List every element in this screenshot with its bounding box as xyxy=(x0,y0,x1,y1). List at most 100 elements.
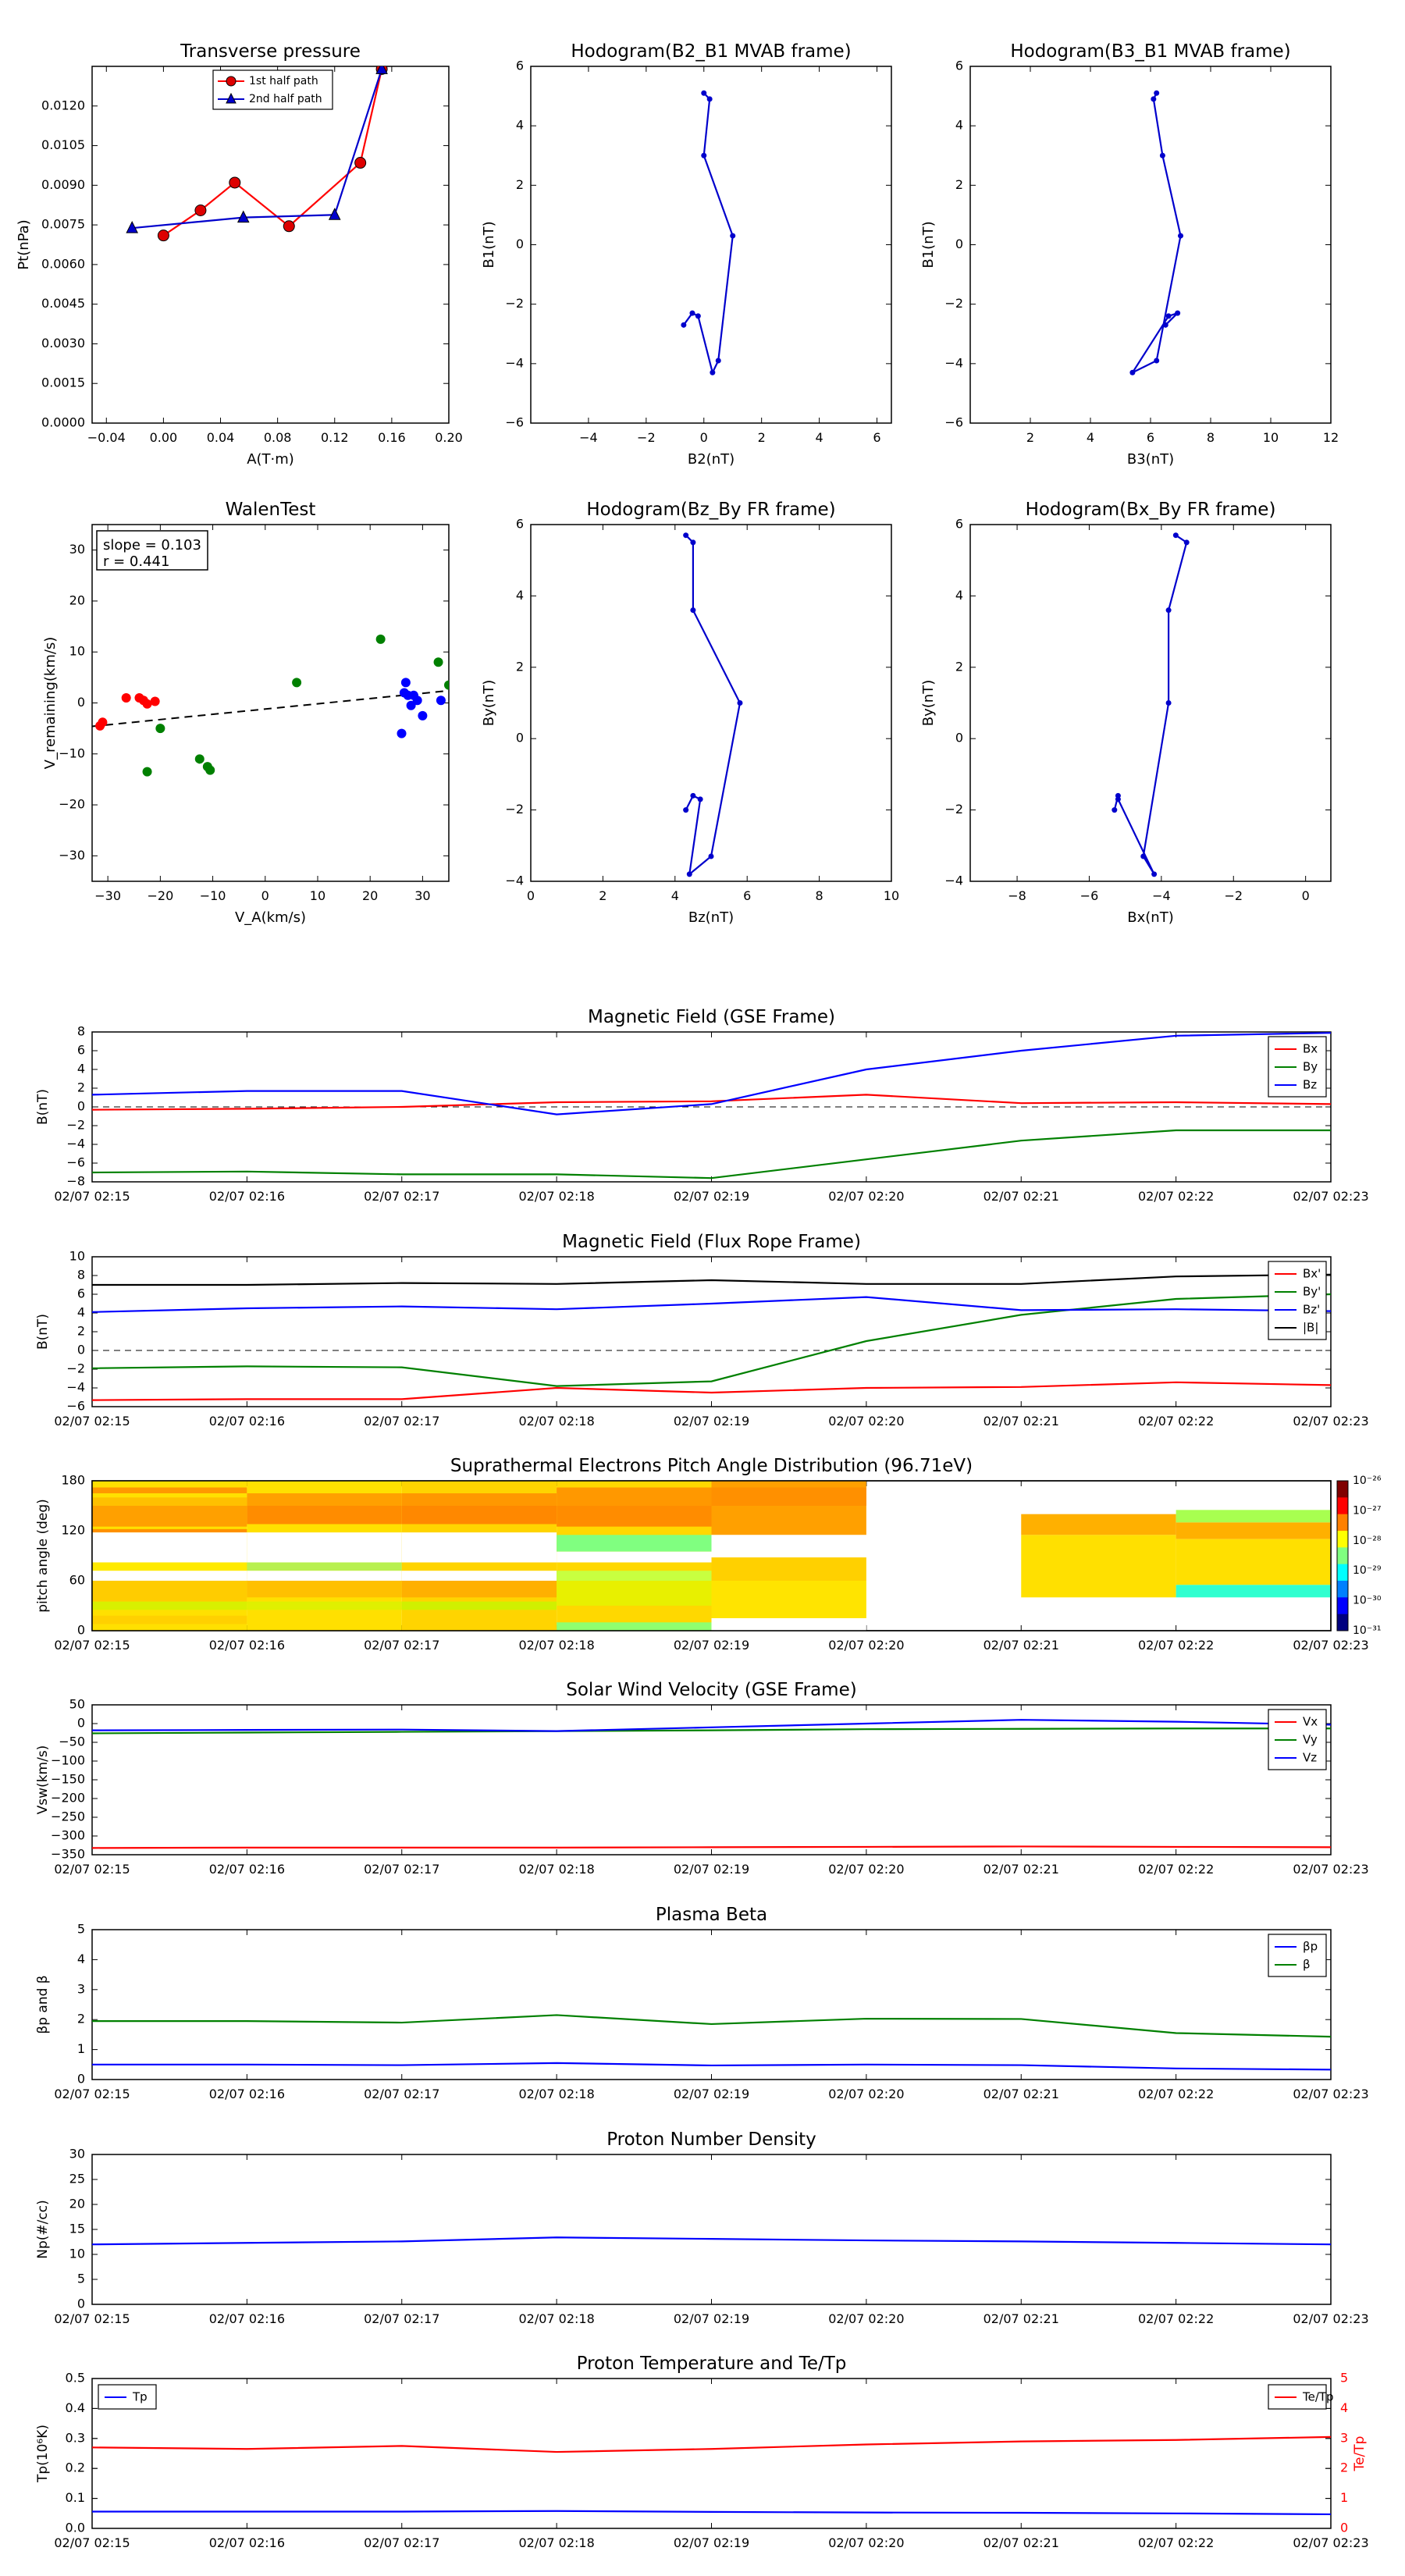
data-point xyxy=(1159,152,1165,158)
data-point xyxy=(157,229,169,242)
data-point xyxy=(690,607,696,614)
colorbar-label: 10⁻³¹ xyxy=(1353,1624,1381,1637)
y-tick-label: 4 xyxy=(1340,2400,1348,2415)
heatmap-cell xyxy=(92,1497,247,1506)
heatmap-cell xyxy=(557,1571,712,1581)
x-axis-label: B3(nT) xyxy=(1127,451,1174,468)
data-point xyxy=(683,807,689,813)
x-tick-label: −10 xyxy=(200,888,226,903)
x-tick-label: 02/07 02:16 xyxy=(209,1862,285,1877)
heatmap-cell xyxy=(92,1487,247,1493)
y-tick-label: 4 xyxy=(516,588,524,603)
chart-title: Magnetic Field (GSE Frame) xyxy=(588,1007,835,1027)
legend-label: Bx' xyxy=(1303,1267,1321,1281)
x-axis-label: V_A(km/s) xyxy=(235,909,306,926)
y-tick-label: −2 xyxy=(66,1118,85,1133)
plot-frame xyxy=(91,2378,1332,2529)
y-tick-label: 50 xyxy=(69,1697,85,1712)
legend-label: β xyxy=(1303,1958,1311,1972)
plot-frame xyxy=(969,66,1332,424)
heatmap-cell xyxy=(711,1581,866,1618)
x-tick-label: 02/07 02:19 xyxy=(674,1862,749,1877)
colorbar-label: 10⁻²⁷ xyxy=(1353,1504,1381,1517)
x-tick-label: 02/07 02:18 xyxy=(518,2535,594,2550)
x-tick-label: 4 xyxy=(671,888,679,903)
y-tick-label: 25 xyxy=(69,2172,85,2186)
x-tick-label: 02/07 02:23 xyxy=(1293,2087,1368,2101)
y-tick-label: 0.0030 xyxy=(41,336,85,350)
chart-hodogram_bz_by: Hodogram(Bz_By FR frame)0 2 4 6 8 10−4−20246B… xyxy=(481,500,899,926)
heatmap-cell xyxy=(401,1571,557,1581)
scatter-point xyxy=(436,696,446,706)
x-tick-label: 10 xyxy=(1263,430,1279,445)
x-axis-label: Bx(nT) xyxy=(1127,909,1173,926)
x-tick-label: 02/07 02:23 xyxy=(1293,1638,1368,1653)
x-tick-label: 02/07 02:22 xyxy=(1138,1638,1214,1653)
scatter-point xyxy=(150,696,160,706)
plot-frame xyxy=(969,524,1332,882)
legend-label: Tp xyxy=(132,2390,148,2404)
x-tick-label: 02/07 02:23 xyxy=(1293,2311,1368,2326)
heatmap-cell xyxy=(401,1601,557,1610)
y-tick-label: −6 xyxy=(66,1399,85,1414)
x-tick-label: 02/07 02:23 xyxy=(1293,2535,1368,2550)
y-tick-label: 6 xyxy=(516,59,524,73)
heatmap-cell xyxy=(401,1506,557,1525)
series-line xyxy=(91,1719,1332,1732)
data-point xyxy=(1165,313,1172,319)
y-tick-label: 2 xyxy=(955,177,963,192)
chart-title: Suprathermal Electrons Pitch Angle Distr… xyxy=(450,1456,973,1476)
x-tick-label: 02/07 02:18 xyxy=(518,2311,594,2326)
data-point xyxy=(715,358,721,364)
y-tick-label: 0.0045 xyxy=(41,296,85,311)
x-tick-label: 02/07 02:16 xyxy=(209,1638,285,1653)
x-tick-label: 02/07 02:22 xyxy=(1138,2087,1214,2101)
chart-hodogram_b2_b1: Hodogram(B2_B1 MVAB frame) −4 −2 0 2 4 6 −6 −4 −2… xyxy=(481,41,892,468)
x-tick-label: 2 xyxy=(758,430,766,445)
series-line xyxy=(91,1296,1332,1313)
y-axis-label: Vsw(km/s) xyxy=(35,1745,51,1815)
colorbar-segment xyxy=(1337,1531,1348,1548)
y-tick-label: 8 xyxy=(77,1024,85,1039)
y-axis-label: Tp(10⁶K) xyxy=(35,2425,51,2483)
heatmap-cell xyxy=(247,1506,402,1525)
y-tick-label: −4 xyxy=(505,355,524,370)
y-axis-label: pitch angle (deg) xyxy=(35,1499,51,1613)
plot-area xyxy=(683,532,743,877)
x-tick-label: 02/07 02:22 xyxy=(1138,1414,1214,1429)
y-tick-label: 1 xyxy=(77,2041,85,2056)
y-tick-label: 2 xyxy=(77,1324,85,1339)
heatmap-cell xyxy=(557,1487,712,1506)
chart-title: Plasma Beta xyxy=(656,1905,767,1925)
x-tick-label: 02/07 02:17 xyxy=(364,1414,439,1429)
scatter-point xyxy=(205,765,215,775)
series-line xyxy=(92,1273,1332,1286)
scatter-point xyxy=(375,634,386,644)
x-tick-label: 02/07 02:21 xyxy=(984,1189,1059,1204)
colorbar-label: 10⁻³⁰ xyxy=(1353,1595,1382,1607)
x-tick-label: 30 xyxy=(414,888,430,903)
x-tick-label: 02/07 02:20 xyxy=(828,2087,904,2101)
y-tick-label: 6 xyxy=(955,59,963,73)
y-axis-label: Pt(nPa) xyxy=(16,219,32,269)
x-tick-label: 02/07 02:20 xyxy=(828,2535,904,2550)
y-tick-label: −6 xyxy=(944,415,963,430)
scatter-point xyxy=(444,680,449,690)
x-axis-label: B2(nT) xyxy=(688,451,735,468)
x-tick-label: −4 xyxy=(1152,888,1171,903)
series-line xyxy=(682,92,734,375)
x-tick-label: 02/07 02:20 xyxy=(828,1862,904,1877)
x-tick-label: 02/07 02:22 xyxy=(1138,1189,1214,1204)
y-tick-label: 8 xyxy=(77,1268,85,1283)
heatmap-cell xyxy=(711,1618,866,1631)
scatter-point xyxy=(194,754,205,764)
x-tick-label: 02/07 02:16 xyxy=(209,2087,285,2101)
data-point xyxy=(737,700,743,706)
y-tick-label: 5 xyxy=(1340,2371,1348,2386)
data-point xyxy=(697,796,703,802)
x-tick-label: 02/07 02:21 xyxy=(984,1414,1059,1429)
y-tick-label: 0.0105 xyxy=(41,137,85,152)
x-tick-label: −0.04 xyxy=(87,430,126,445)
colorbar-segment xyxy=(1337,1497,1348,1515)
x-tick-label: 02/07 02:18 xyxy=(518,1638,594,1653)
